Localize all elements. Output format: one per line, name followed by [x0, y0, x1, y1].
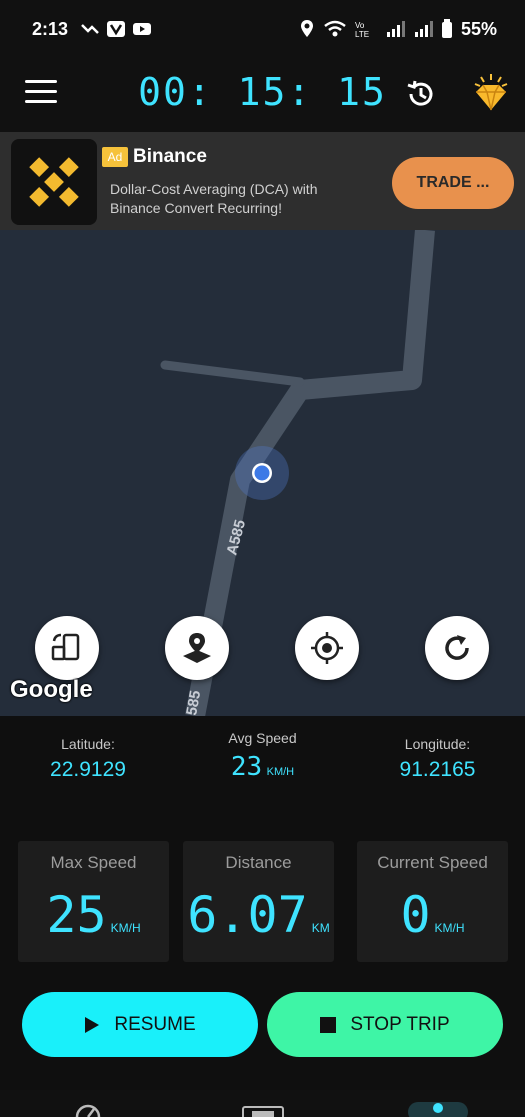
nav-speedometer[interactable]	[74, 1104, 102, 1117]
distance-card: Distance 6.07 KM	[183, 841, 334, 962]
my-location-icon	[311, 632, 343, 664]
current-speed-unit: KM/H	[434, 921, 465, 935]
resume-button[interactable]: RESUME	[22, 992, 258, 1057]
bottom-navigation	[0, 1090, 525, 1117]
signal-icon-1	[386, 21, 405, 37]
refresh-button[interactable]	[425, 616, 489, 680]
longitude-label: Longitude:	[404, 736, 471, 752]
status-time: 2:13	[32, 18, 69, 39]
map-pin-icon	[183, 633, 211, 663]
my-location-button[interactable]	[295, 616, 359, 680]
distance-label: Distance	[225, 853, 292, 872]
premium-button[interactable]	[470, 72, 512, 114]
ad-cta-button[interactable]: TRADE ...	[392, 157, 514, 209]
avg-speed-unit: KM/H	[266, 766, 295, 778]
avg-speed-value: 23	[230, 752, 263, 782]
max-speed-value: 25	[46, 886, 107, 944]
speedometer-nav-icon	[75, 1104, 101, 1117]
rotate-screen-button[interactable]	[35, 616, 99, 680]
rotate-screen-icon	[51, 633, 80, 661]
signal-icon-2	[414, 21, 433, 37]
ad-description: Dollar-Cost Averaging (DCA) with Binance…	[110, 181, 318, 216]
max-speed-label: Max Speed	[50, 853, 137, 872]
trip-timer: 00: 15: 15	[138, 70, 387, 114]
map-layers-button[interactable]	[165, 616, 229, 680]
nav-map[interactable]	[408, 1100, 468, 1117]
wifi-icon	[324, 20, 346, 37]
status-system-icons: Vo LTE 55%	[299, 19, 497, 40]
avg-speed-stat: Avg Speed 23 KM/H	[205, 730, 320, 782]
avg-speed-label: Avg Speed	[228, 730, 297, 746]
current-speed-label: Current Speed	[377, 853, 488, 872]
distance-value: 6.07	[187, 886, 308, 944]
current-speed-value: 0	[400, 886, 431, 944]
history-icon	[407, 80, 433, 106]
missed-call-icon	[81, 24, 99, 34]
longitude-value: 91.2165	[399, 758, 476, 781]
volte-icon: VoLTE	[355, 21, 369, 38]
current-speed-card: Current Speed 0 KM/H	[357, 841, 508, 962]
battery-icon	[441, 19, 452, 38]
max-speed-unit: KM/H	[110, 921, 141, 935]
nav-dashboard[interactable]	[242, 1105, 284, 1117]
status-bar: 2:13 Vo LTE 55%	[0, 0, 525, 58]
binance-logo	[11, 139, 97, 225]
stop-trip-button[interactable]: STOP TRIP	[267, 992, 503, 1057]
latitude-label: Latitude:	[61, 736, 115, 752]
ad-title: Binance	[133, 146, 207, 167]
app-bar: 00: 15: 15	[0, 58, 525, 132]
premium-diamond-icon	[474, 74, 508, 111]
stop-icon	[320, 1016, 337, 1033]
status-notification-icons	[80, 20, 152, 38]
longitude-stat: Longitude: 91.2165	[385, 736, 490, 782]
location-icon	[300, 20, 313, 37]
distance-unit: KM	[311, 921, 330, 935]
refresh-icon	[445, 635, 469, 660]
ad-banner[interactable]: Ad Binance Dollar-Cost Averaging (DCA) w…	[0, 132, 525, 230]
ad-badge: Ad	[102, 147, 128, 167]
map-nav-icon	[408, 1102, 468, 1117]
latitude-stat: Latitude: 22.9129	[38, 736, 138, 782]
battery-percent: 55%	[460, 18, 497, 39]
history-button[interactable]	[403, 76, 439, 112]
google-attribution: Google	[10, 676, 93, 703]
map-view[interactable]: A585 585 Google	[0, 230, 525, 716]
max-speed-card: Max Speed 25 KM/H	[18, 841, 169, 962]
svg-text:Vo: Vo	[355, 21, 365, 30]
youtube-icon	[133, 23, 152, 35]
latitude-value: 22.9129	[50, 758, 126, 781]
svg-text:LTE: LTE	[355, 30, 369, 38]
dashboard-nav-icon	[242, 1106, 284, 1117]
v-app-icon	[107, 21, 126, 37]
play-icon	[85, 1016, 100, 1033]
stop-trip-label: STOP TRIP	[350, 1013, 450, 1035]
resume-label: RESUME	[114, 1013, 196, 1035]
